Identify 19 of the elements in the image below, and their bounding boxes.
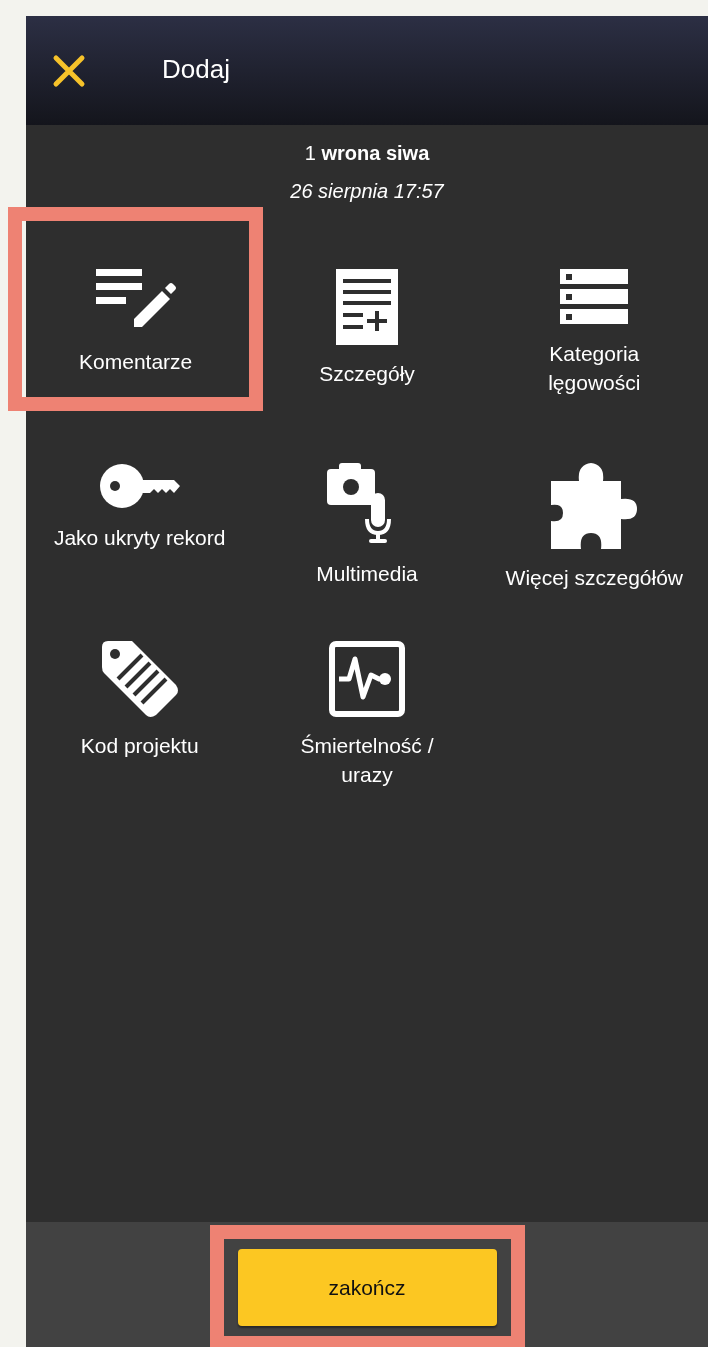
option-label[interactable]: Kod projektu — [80, 731, 199, 760]
finish-button[interactable]: zakończ — [237, 1249, 497, 1326]
option-label[interactable]: Szczegóły — [319, 359, 415, 388]
option-label[interactable]: Śmiertelność / urazy — [276, 731, 458, 789]
option-label[interactable]: Więcej szczegółów — [505, 563, 683, 592]
option-label[interactable]: Multimedia — [316, 559, 418, 588]
tag-icon — [101, 641, 178, 717]
option-label[interactable]: Komentarze — [79, 347, 193, 376]
document-plus-icon — [336, 269, 398, 345]
key-icon — [99, 463, 180, 509]
screen-title: Dodaj — [162, 54, 230, 85]
species-count: 1 wrona siwa — [304, 141, 430, 166]
heartbeat-monitor-icon — [329, 641, 405, 717]
close-icon[interactable] — [52, 53, 86, 88]
puzzle-piece-icon — [551, 463, 638, 549]
record-datetime: 26 sierpnia 17:57 — [290, 179, 444, 204]
option-label[interactable]: Jako ukryty rekord — [53, 523, 226, 552]
list-icon — [560, 269, 629, 325]
option-label[interactable]: Kategoria lęgowości — [503, 339, 686, 397]
